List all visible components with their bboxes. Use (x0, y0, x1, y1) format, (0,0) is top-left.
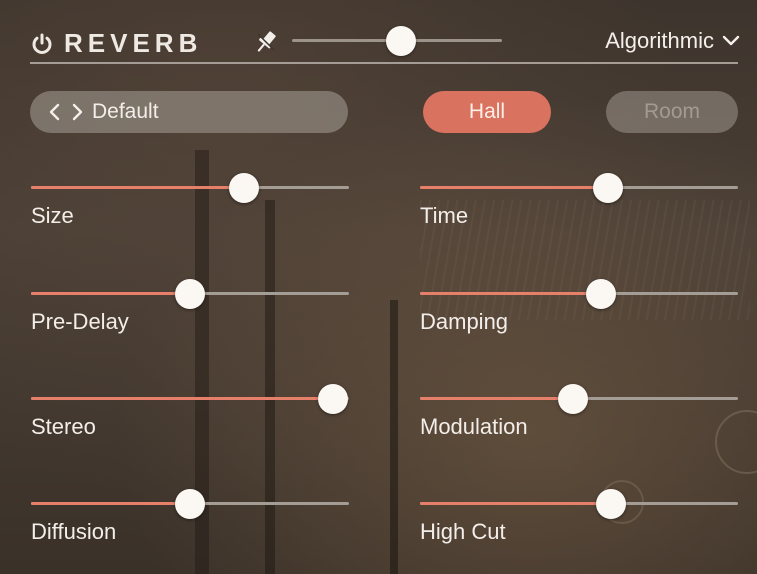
header-divider (30, 62, 738, 64)
time-label: Time (420, 203, 469, 228)
pin-icon[interactable] (250, 26, 282, 58)
hall-button[interactable]: Hall (423, 91, 551, 133)
modulation-label: Modulation (420, 414, 528, 439)
title-group: REVERB (30, 28, 202, 59)
chevron-left-icon[interactable] (48, 103, 62, 121)
chevron-right-icon[interactable] (70, 103, 84, 121)
pre-delay-label: Pre-Delay (31, 309, 129, 334)
damping-label: Damping (420, 309, 509, 334)
slider-fill (420, 292, 602, 295)
high-cut-label: High Cut (420, 519, 506, 544)
background-texture (390, 300, 398, 574)
header: REVERB Algorithmic (30, 22, 740, 62)
high-cut-slider[interactable]: High Cut (420, 489, 738, 572)
preset-selector[interactable]: Default (30, 91, 348, 133)
slider-fill (420, 397, 573, 400)
room-button[interactable]: Room (606, 91, 738, 133)
slider-thumb[interactable] (586, 279, 617, 309)
time-slider[interactable]: Time (420, 173, 738, 256)
reverb-panel: REVERB Algorithmic Default Hall Room Siz… (0, 0, 757, 574)
slider-thumb[interactable] (592, 173, 623, 203)
pre-delay-slider[interactable]: Pre-Delay (31, 279, 349, 362)
preset-name: Default (92, 100, 159, 123)
reverb-mode-label: Algorithmic (605, 28, 714, 53)
modulation-slider[interactable]: Modulation (420, 384, 738, 467)
slider-thumb[interactable] (557, 384, 588, 414)
diffusion-label: Diffusion (31, 519, 117, 544)
stereo-label: Stereo (31, 414, 96, 439)
slider-thumb[interactable] (229, 173, 260, 203)
size-slider[interactable]: Size (31, 173, 349, 256)
slider-thumb[interactable] (595, 489, 626, 519)
damping-slider[interactable]: Damping (420, 279, 738, 362)
slider-fill (31, 502, 190, 505)
slider-thumb[interactable] (175, 279, 205, 309)
chevron-down-icon (722, 35, 740, 46)
slider-fill (420, 502, 611, 505)
slider-fill (31, 292, 190, 295)
size-label: Size (31, 203, 74, 228)
power-icon[interactable] (30, 32, 54, 56)
master-slider-thumb[interactable] (386, 26, 417, 56)
reverb-mode-dropdown[interactable]: Algorithmic (605, 28, 740, 54)
stereo-slider[interactable]: Stereo (31, 384, 349, 467)
slider-thumb[interactable] (318, 384, 349, 414)
slider-fill (31, 186, 245, 189)
slider-thumb[interactable] (175, 489, 205, 519)
diffusion-slider[interactable]: Diffusion (31, 489, 349, 572)
plugin-title: REVERB (64, 28, 203, 58)
slider-fill (420, 186, 608, 189)
slider-fill (31, 397, 334, 400)
